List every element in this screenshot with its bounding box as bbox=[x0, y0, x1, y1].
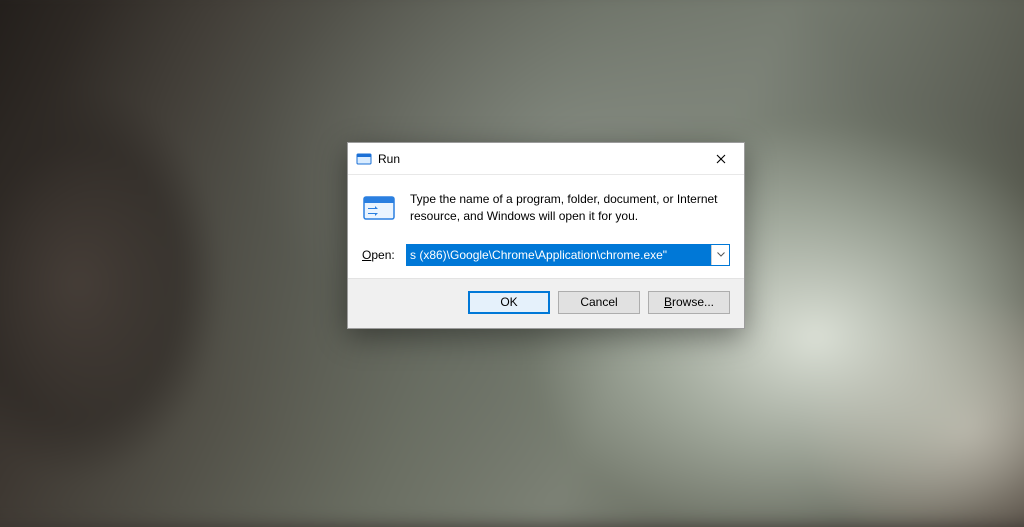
ok-button[interactable]: OK bbox=[468, 291, 550, 314]
open-combobox[interactable] bbox=[406, 244, 730, 266]
titlebar[interactable]: Run bbox=[348, 143, 744, 175]
chevron-down-icon bbox=[717, 252, 725, 257]
dialog-body: Type the name of a program, folder, docu… bbox=[348, 175, 744, 278]
run-dialog: Run Type the name of a program, folder, … bbox=[347, 142, 745, 329]
button-bar: OK Cancel Browse... bbox=[348, 278, 744, 328]
dialog-description: Type the name of a program, folder, docu… bbox=[410, 191, 730, 226]
close-button[interactable] bbox=[698, 143, 744, 175]
open-input[interactable] bbox=[407, 245, 711, 265]
dialog-title: Run bbox=[378, 152, 400, 166]
cancel-button[interactable]: Cancel bbox=[558, 291, 640, 314]
run-large-icon bbox=[362, 191, 396, 225]
open-label: Open: bbox=[362, 248, 398, 262]
close-icon bbox=[716, 154, 726, 164]
browse-button[interactable]: Browse... bbox=[648, 291, 730, 314]
run-app-icon bbox=[356, 151, 372, 167]
open-dropdown-button[interactable] bbox=[711, 245, 729, 265]
